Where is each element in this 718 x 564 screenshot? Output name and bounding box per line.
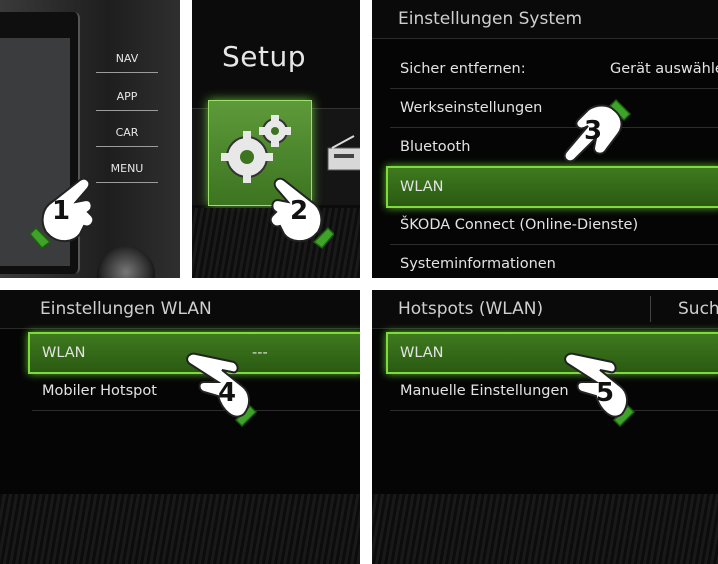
floor-texture [372,494,718,564]
step-number: 5 [596,378,615,408]
search-button[interactable]: Such [678,290,718,328]
list-item-label: WLAN [42,345,86,361]
list-item-label: WLAN [400,345,444,361]
step-number: 3 [584,116,603,146]
hand-pointer-icon: 2 [256,172,336,250]
hand-pointer-icon: 3 [556,96,634,174]
hand-pointer-icon: 1 [28,172,108,250]
panel-title: Einstellungen WLAN [0,290,360,329]
list-item-label: Sicher entfernen: [400,61,526,77]
list-item-wlan[interactable]: WLAN [386,166,718,208]
step-number: 2 [290,196,309,226]
list-item-system-info[interactable]: Systeminformationen [390,245,718,278]
list-item-label: Manuelle Einstellungen [400,383,569,399]
list-item-factory-settings[interactable]: Werkseinstellungen [390,89,718,128]
list-item-label: Systeminformationen [400,256,556,272]
list-item-label: Mobiler Hotspot [42,383,157,399]
dashboard-panel: NAV APP CAR MENU 1 [0,0,180,278]
panel-title: Hotspots (WLAN) Such [372,290,718,329]
list-item-value: Gerät auswähle [610,61,718,77]
setup-title: Setup [222,40,306,73]
hotspots-panel: Hotspots (WLAN) Such WLAN Manuelle Einst… [372,290,718,564]
hand-pointer-icon: 4 [182,352,260,430]
step-number: 1 [52,196,71,226]
wlan-settings-panel: Einstellungen WLAN WLAN --- Mobiler Hots… [0,290,360,564]
radio-icon[interactable] [324,130,360,178]
list-item-bluetooth[interactable]: Bluetooth [390,128,718,167]
list-item-label: ŠKODA Connect (Online-Dienste) [400,217,639,233]
car-hardware-button[interactable]: CAR [96,120,158,147]
panel-title-text: Hotspots (WLAN) [398,299,544,319]
nav-hardware-button[interactable]: NAV [96,46,158,73]
list-item-manual-settings[interactable]: Manuelle Einstellungen [390,372,718,411]
list-item-label: Werkseinstellungen [400,100,543,116]
app-hardware-button[interactable]: APP [96,84,158,111]
step-number: 4 [218,378,237,408]
title-divider [650,296,651,322]
floor-texture [0,494,360,564]
list-item-wlan[interactable]: WLAN [386,332,718,374]
list-item-remove-safely[interactable]: Sicher entfernen: Gerät auswähle [390,50,718,89]
list-item-label: Bluetooth [400,139,471,155]
system-settings-panel: Einstellungen System Sicher entfernen: G… [372,0,718,278]
setup-panel: Setup 2 [192,0,360,278]
list-item-skoda-connect[interactable]: ŠKODA Connect (Online-Dienste) [390,206,718,245]
hand-pointer-icon: 5 [560,352,638,430]
panel-title: Einstellungen System [372,0,718,39]
list-item-label: WLAN [400,179,444,195]
